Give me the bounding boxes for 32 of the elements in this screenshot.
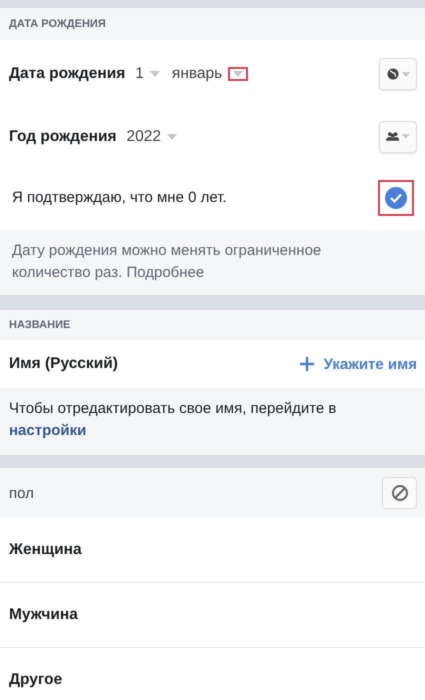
blocked-icon	[390, 484, 408, 502]
check-icon	[389, 192, 403, 204]
caret-icon	[167, 134, 178, 140]
gender-option[interactable]: Женщина	[0, 518, 425, 583]
note-text: Дату рождения можно менять ограниченное количество раз. Подробнее	[0, 230, 425, 295]
field-label: Дата рождения	[9, 65, 126, 83]
confirm-text: Я подтверждаю, что мне 0 лет.	[12, 189, 227, 206]
note-text: Чтобы отредактировать свое имя, перейдите в настройки	[0, 388, 425, 455]
gender-option[interactable]: Другое	[0, 648, 425, 700]
settings-link[interactable]: настройки	[9, 422, 86, 439]
section-header: ДАТА РОЖДЕНИЯ	[0, 8, 425, 40]
audience-button[interactable]	[379, 58, 417, 90]
hide-button[interactable]	[382, 477, 417, 509]
people-icon	[386, 131, 400, 142]
checkbox[interactable]	[385, 186, 407, 208]
add-name-link[interactable]: Укажите имя	[298, 356, 417, 372]
audience-button[interactable]	[379, 120, 417, 152]
month-dropdown[interactable]: январь	[170, 65, 250, 83]
caret-icon	[150, 71, 160, 77]
field-label: Имя (Русский)	[9, 355, 118, 373]
globe-icon	[386, 68, 398, 80]
field-label: Год рождения	[9, 128, 117, 146]
section-header: НАЗВАНИЕ	[0, 310, 425, 340]
section-header: пол	[9, 484, 34, 502]
plus-icon	[298, 356, 315, 372]
learn-more-link[interactable]: Подробнее	[126, 264, 204, 281]
caret-icon	[402, 134, 410, 139]
caret-icon	[402, 72, 410, 76]
gender-option[interactable]: Мужчина	[0, 583, 425, 648]
day-dropdown[interactable]: 1	[133, 65, 162, 83]
caret-icon	[233, 71, 244, 77]
year-dropdown[interactable]: 2022	[124, 128, 180, 146]
